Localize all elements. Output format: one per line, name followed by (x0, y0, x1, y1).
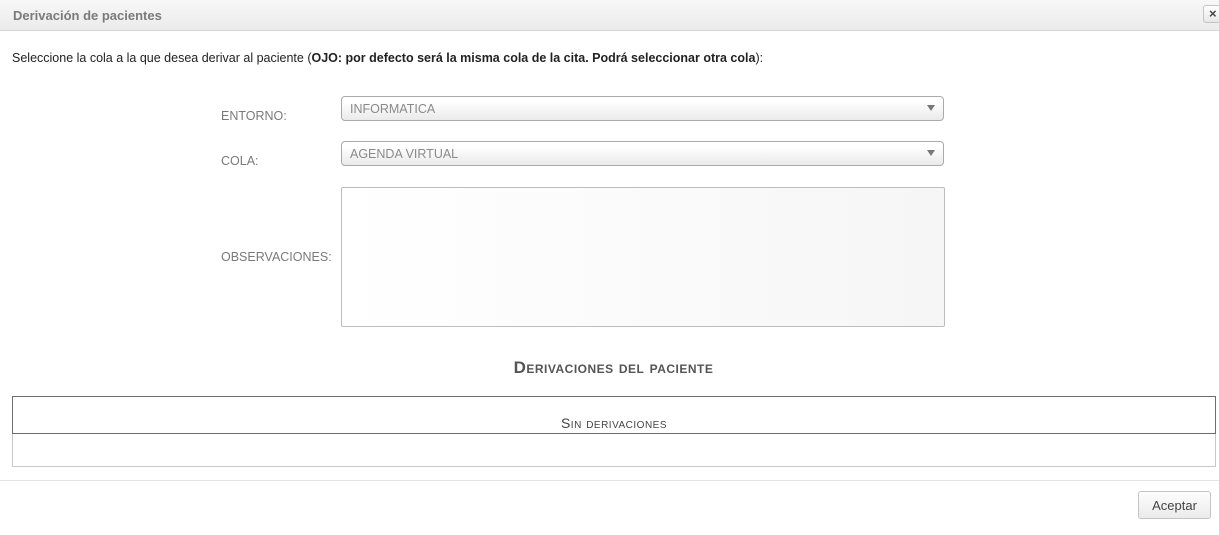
observaciones-textarea[interactable] (341, 187, 945, 327)
dialog-title: Derivación de pacientes (13, 8, 162, 23)
intro-text: Seleccione la cola a la que desea deriva… (12, 51, 763, 65)
footer-divider (0, 480, 1219, 481)
accept-button[interactable]: Aceptar (1138, 491, 1211, 519)
intro-warning: OJO: por defecto será la misma cola de l… (311, 51, 756, 65)
chevron-down-icon (927, 150, 935, 156)
entorno-selected-value: INFORMATICA (350, 102, 436, 116)
cola-select[interactable]: AGENDA VIRTUAL (341, 141, 944, 166)
close-icon: × (1209, 6, 1217, 21)
derivaciones-title: Derivaciones del paciente (513, 358, 714, 377)
cola-selected-value: AGENDA VIRTUAL (350, 147, 459, 161)
intro-suffix: ): (755, 51, 764, 65)
dialog-titlebar[interactable]: Derivación de pacientes × (0, 0, 1219, 31)
empty-derivaciones-text: Sin derivaciones (560, 415, 668, 431)
intro-prefix: Seleccione la cola a la que desea deriva… (12, 51, 312, 65)
entorno-label: ENTORNO: (221, 109, 287, 123)
chevron-down-icon (927, 105, 935, 111)
close-button[interactable]: × (1203, 5, 1219, 23)
derivation-dialog: Derivación de pacientes × Seleccione la … (0, 0, 1219, 535)
derivaciones-table: Sin derivaciones (12, 396, 1216, 467)
derivaciones-table-header: Sin derivaciones (12, 396, 1216, 434)
observaciones-label: OBSERVACIONES: (221, 250, 332, 264)
entorno-select[interactable]: INFORMATICA (341, 96, 944, 121)
cola-label: COLA: (221, 154, 259, 168)
